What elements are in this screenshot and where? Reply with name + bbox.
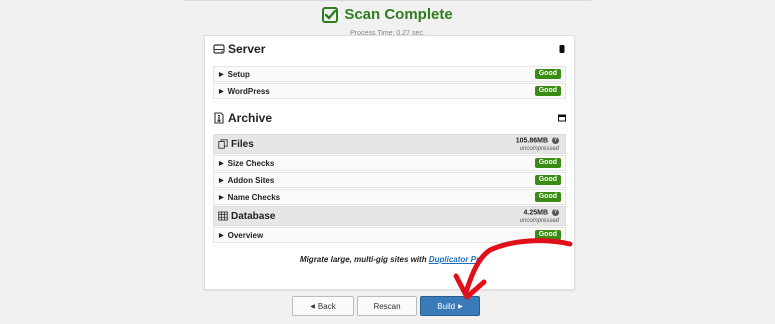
rescan-label: Rescan: [373, 301, 401, 311]
back-arrow-icon: ◀: [310, 303, 315, 310]
server-icon: [213, 44, 225, 54]
back-label: Back: [317, 301, 336, 311]
check-row-name-checks[interactable]: ▶ Name Checks Good: [213, 189, 566, 205]
build-button[interactable]: Build ▶: [420, 296, 480, 316]
back-button[interactable]: ◀ Back: [292, 296, 354, 316]
scan-results-panel: Server ▶ Setup Good ▶ WordPress Good Arc…: [204, 35, 575, 290]
files-size-value: 105.86MB: [515, 137, 549, 145]
status-badge: Good: [534, 69, 561, 79]
caret-right-icon: ▶: [219, 88, 224, 95]
status-badge: Good: [534, 192, 561, 202]
database-size: 4.25MB ? uncompressed: [520, 209, 559, 225]
caret-right-icon: ▶: [219, 194, 224, 201]
server-section-header[interactable]: Server: [213, 39, 566, 59]
window-icon[interactable]: [558, 114, 566, 122]
checkbox-check-icon: [322, 6, 339, 23]
duplicator-pro-link[interactable]: Duplicator Pr: [429, 255, 479, 264]
rescan-button[interactable]: Rescan: [357, 296, 417, 316]
archive-section-header[interactable]: Archive: [213, 108, 566, 128]
status-badge: Good: [534, 86, 561, 96]
archive-file-icon: [214, 112, 224, 124]
caret-right-icon: ▶: [219, 177, 224, 184]
files-subheader: Files 105.86MB ? uncompressed: [213, 134, 566, 154]
check-row-wordpress[interactable]: ▶ WordPress Good: [213, 83, 566, 99]
server-title: Server: [228, 42, 266, 56]
files-label: Files: [231, 138, 254, 150]
files-copy-icon: [218, 139, 228, 149]
files-size: 105.86MB ? uncompressed: [516, 137, 559, 153]
database-label: Database: [231, 210, 276, 222]
scan-header: Scan Complete Process Time: 0.27 sec.: [0, 6, 775, 37]
promo-message: Migrate large, multi-gig sites with Dupl…: [205, 255, 574, 264]
files-size-note: uncompressed: [519, 146, 559, 153]
check-label: WordPress: [227, 86, 270, 96]
action-buttons: ◀ Back Rescan Build ▶: [0, 296, 775, 316]
check-row-addon-sites[interactable]: ▶ Addon Sites Good: [213, 172, 566, 188]
help-icon[interactable]: ?: [552, 209, 559, 216]
status-badge: Good: [534, 158, 561, 168]
database-size-value: 4.25MB: [523, 209, 549, 217]
build-arrow-icon: ▶: [458, 303, 463, 310]
top-divider: [183, 0, 591, 1]
check-row-setup[interactable]: ▶ Setup Good: [213, 66, 566, 82]
caret-right-icon: ▶: [219, 71, 224, 78]
database-subheader: Database 4.25MB ? uncompressed: [213, 206, 566, 226]
database-size-note: uncompressed: [519, 218, 559, 225]
check-label: Addon Sites: [227, 175, 275, 185]
check-label: Size Checks: [227, 158, 275, 168]
status-badge: Good: [534, 230, 561, 240]
status-badge: Good: [534, 175, 561, 185]
caret-right-icon: ▶: [219, 160, 224, 167]
build-label: Build: [437, 301, 456, 311]
promo-text: Migrate large, multi-gig sites with: [299, 255, 427, 264]
archive-title: Archive: [228, 111, 273, 125]
server-checks: ▶ Setup Good ▶ WordPress Good: [213, 66, 566, 100]
collapse-icon[interactable]: [558, 45, 566, 53]
caret-right-icon: ▶: [219, 232, 224, 239]
help-icon[interactable]: ?: [552, 137, 559, 144]
scan-title: Scan Complete: [322, 6, 453, 23]
check-row-size-checks[interactable]: ▶ Size Checks Good: [213, 155, 566, 171]
scan-title-text: Scan Complete: [344, 6, 453, 23]
check-label: Setup: [227, 69, 250, 79]
check-row-overview[interactable]: ▶ Overview Good: [213, 227, 566, 243]
table-icon: [218, 211, 228, 221]
check-label: Overview: [227, 230, 264, 240]
archive-checks: Files 105.86MB ? uncompressed ▶ Size Che…: [213, 134, 566, 244]
check-label: Name Checks: [227, 192, 281, 202]
